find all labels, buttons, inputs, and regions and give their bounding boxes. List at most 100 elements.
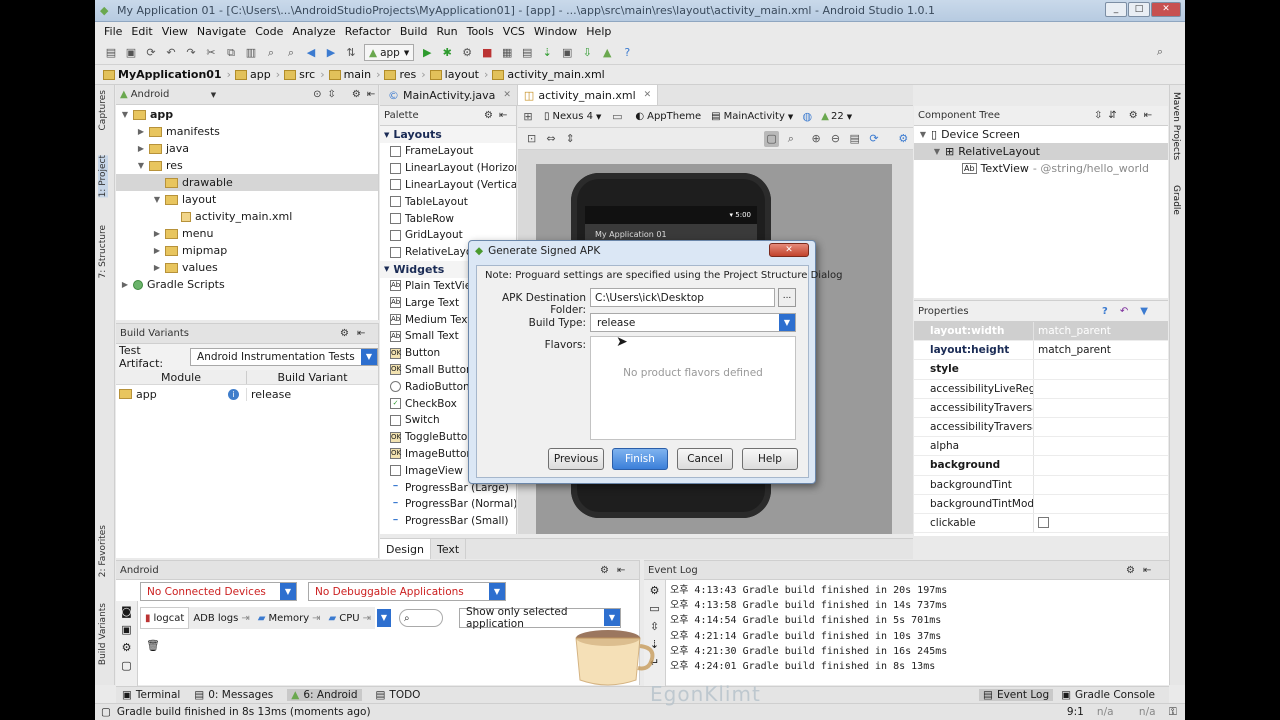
palette-item[interactable]: FrameLayout <box>380 143 516 160</box>
help-icon[interactable]: ? <box>1102 306 1108 317</box>
tab-design[interactable]: Design <box>380 539 431 559</box>
build-type-dropdown[interactable]: release ▼ <box>590 313 796 332</box>
property-value[interactable] <box>1034 495 1168 513</box>
breadcrumb-item[interactable]: activity_main.xml <box>492 68 605 81</box>
forward-icon[interactable]: ▶ <box>323 45 339 61</box>
palette-item[interactable]: LinearLayout (Vertical) <box>380 177 516 194</box>
palette-item[interactable]: TableLayout <box>380 193 516 210</box>
stop-icon[interactable]: ■ <box>479 45 495 61</box>
property-row[interactable]: layout:width match_parent <box>914 322 1168 342</box>
breadcrumb-item[interactable]: MyApplication01 › <box>103 68 231 81</box>
save-icon[interactable]: ▣ <box>123 45 139 61</box>
tab-adb-logs[interactable]: ADB logs ⇥ <box>189 607 254 629</box>
log-level-dropdown[interactable]: ▼ <box>376 609 391 627</box>
tab-android[interactable]: ▲ 6: Android <box>287 689 362 701</box>
fit-icon[interactable]: ⊡ <box>524 131 539 147</box>
tool-window-toggle-icon[interactable]: ▢ <box>101 706 111 718</box>
search-icon[interactable]: ⌕ <box>1152 44 1168 60</box>
theme-dropdown[interactable]: ◐ AppTheme <box>635 111 701 122</box>
mark-read-icon[interactable]: ▭ <box>644 602 665 615</box>
property-row[interactable]: backgroundTint <box>914 475 1168 495</box>
menu-help[interactable]: Help <box>586 25 611 38</box>
chevron-down-icon[interactable]: ▼ <box>120 110 130 119</box>
paste-icon[interactable]: ▥ <box>243 45 259 61</box>
property-value[interactable] <box>1034 514 1168 532</box>
android-device-icon[interactable]: ▲ <box>599 45 615 61</box>
finish-button[interactable]: Finish <box>612 448 668 470</box>
sdk-manager-icon[interactable]: ⇩ <box>579 45 595 61</box>
chevron-right-icon[interactable]: ▶ <box>152 263 162 272</box>
maven-projects-tab[interactable]: Maven Projects <box>1171 92 1181 160</box>
help-icon[interactable]: ? <box>619 45 635 61</box>
cut-icon[interactable]: ✂ <box>203 45 219 61</box>
palette-item[interactable]: LinearLayout (Horizontal) <box>380 160 516 177</box>
tab-event-log[interactable]: ▤ Event Log <box>979 689 1054 701</box>
gear-icon[interactable]: ⚙ <box>1129 110 1138 121</box>
menu-code[interactable]: Code <box>255 25 283 38</box>
open-icon[interactable]: ▤ <box>103 45 119 61</box>
test-artifact-dropdown[interactable]: Android Instrumentation Tests ▼ <box>190 348 378 366</box>
collapse-icon[interactable]: ⇳ <box>327 89 335 100</box>
line-separator-status[interactable]: n/a <box>1097 706 1139 718</box>
property-row[interactable]: accessibilityLiveRegion <box>914 379 1168 399</box>
breadcrumb-item[interactable]: app › <box>235 68 280 81</box>
cancel-button[interactable]: Cancel <box>677 448 733 470</box>
restore-default-icon[interactable]: ↶ <box>1120 306 1128 317</box>
hide-panel-icon[interactable]: ⇤ <box>499 110 507 121</box>
captures-tab[interactable]: Captures <box>98 90 108 130</box>
previous-button[interactable]: Previous <box>548 448 604 470</box>
tree-item[interactable]: ▶ manifests <box>116 123 378 140</box>
tab-activity-main-xml[interactable]: ◫ activity_main.xml ✕ <box>517 85 659 105</box>
chevron-right-icon[interactable]: ▶ <box>152 229 162 238</box>
tab-logcat[interactable]: ▮ logcat <box>140 607 190 629</box>
device-monitor-icon[interactable]: ▣ <box>559 45 575 61</box>
breadcrumb-item[interactable]: main › <box>328 68 380 81</box>
clear-log-icon[interactable]: 🗑 <box>146 639 160 652</box>
chevron-right-icon[interactable]: ▶ <box>152 246 162 255</box>
zoom-to-fit-icon[interactable]: ⌕ <box>783 131 798 147</box>
breadcrumb-item[interactable]: src › <box>284 68 325 81</box>
menu-run[interactable]: Run <box>437 25 458 38</box>
lock-icon[interactable]: ⚿ <box>1169 706 1177 719</box>
minimize-button[interactable]: _ <box>1105 2 1127 17</box>
property-value[interactable] <box>1034 437 1168 455</box>
logcat-search-input[interactable]: ⌕ <box>398 609 443 627</box>
tree-item[interactable]: ▶ mipmap <box>116 242 378 259</box>
chevron-right-icon[interactable]: ▶ <box>136 127 146 136</box>
palette-section-header[interactable]: ▼ Layouts <box>380 126 516 143</box>
run-config-dropdown[interactable]: ▲ app ▼ <box>364 44 415 61</box>
find-icon[interactable]: ⌕ <box>263 45 279 61</box>
menu-file[interactable]: File <box>104 25 122 38</box>
tree-item[interactable]: ▼ layout <box>116 191 378 208</box>
redo-icon[interactable]: ↷ <box>183 45 199 61</box>
gear-icon[interactable]: ⚙ <box>352 89 361 100</box>
property-row[interactable]: accessibilityTraversalAfte <box>914 398 1168 418</box>
zoom-out-icon[interactable]: ⊖ <box>828 131 843 147</box>
chevron-right-icon[interactable]: ▶ <box>136 144 146 153</box>
component-relativelayout[interactable]: ▼ ⊞ RelativeLayout <box>914 143 1168 160</box>
menu-window[interactable]: Window <box>534 25 577 38</box>
screenshot-icon[interactable]: ▤ <box>847 131 862 147</box>
breadcrumb-item[interactable]: layout › <box>429 68 488 81</box>
tree-item[interactable]: activity_main.xml <box>116 208 378 225</box>
tree-item[interactable]: ▶ Gradle Scripts <box>116 276 378 293</box>
property-row[interactable]: style <box>914 360 1168 380</box>
destination-field[interactable]: C:\Users\ick\Desktop <box>590 288 775 307</box>
attach-debugger-icon[interactable]: ⚙ <box>459 45 475 61</box>
filter-icon[interactable]: ▼ <box>1140 306 1148 317</box>
palette-toggle-icon[interactable]: ⊞ <box>520 109 536 125</box>
menu-edit[interactable]: Edit <box>131 25 152 38</box>
undo-icon[interactable]: ↶ <box>163 45 179 61</box>
activity-dropdown[interactable]: ▤ MainActivity ▼ <box>711 111 793 122</box>
property-row[interactable]: backgroundTintMode <box>914 494 1168 514</box>
property-row[interactable]: alpha <box>914 437 1168 457</box>
gear-icon[interactable]: ⚙ <box>1126 565 1135 576</box>
property-value[interactable] <box>1034 456 1168 474</box>
menu-navigate[interactable]: Navigate <box>197 25 246 38</box>
make-icon[interactable]: ⇅ <box>343 45 359 61</box>
property-row[interactable]: background <box>914 456 1168 476</box>
palette-item[interactable]: ━ ProgressBar (Small) <box>380 513 516 530</box>
menu-view[interactable]: View <box>162 25 188 38</box>
tree-item[interactable]: drawable <box>116 174 378 191</box>
browse-button[interactable]: ... <box>778 288 796 307</box>
